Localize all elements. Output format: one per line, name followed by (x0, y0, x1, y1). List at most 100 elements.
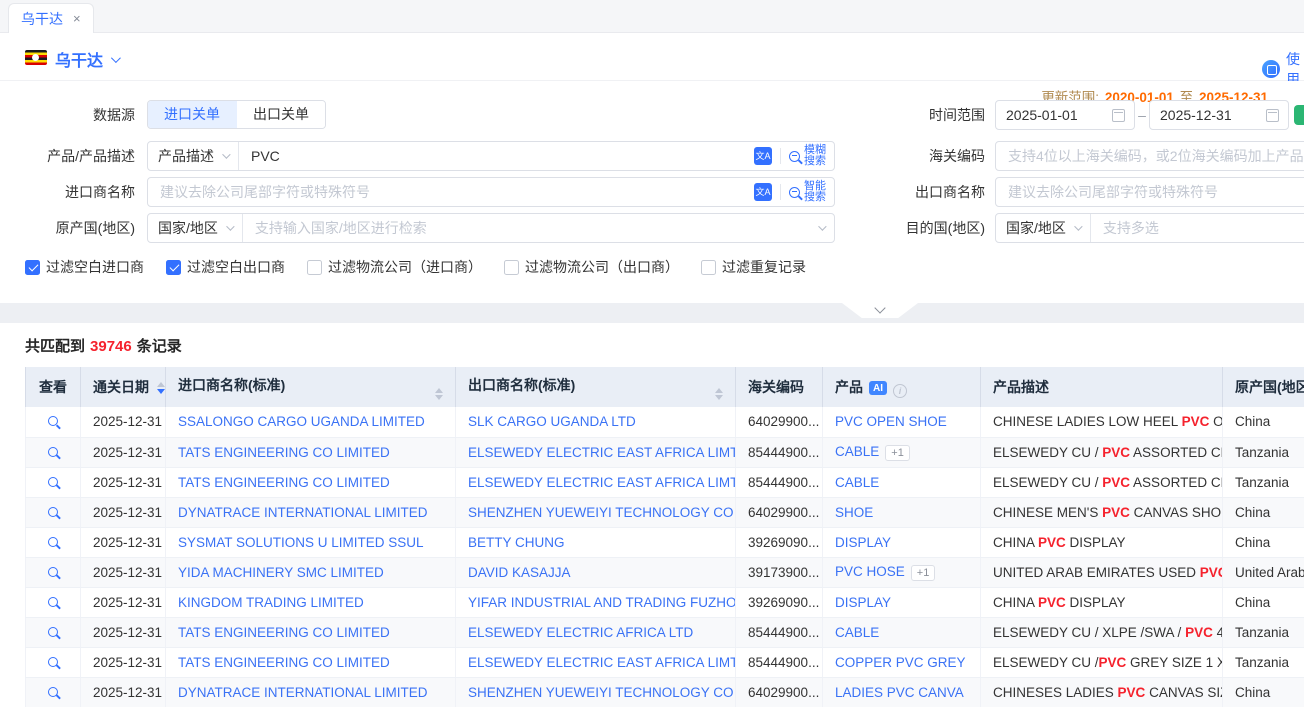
smart-search-button[interactable]: 智能 搜索 (789, 181, 834, 203)
end-date-field[interactable] (1149, 100, 1289, 130)
checkbox-icon[interactable] (307, 260, 322, 275)
product-link[interactable]: CABLE (835, 625, 879, 640)
view-detail-icon[interactable] (48, 537, 58, 547)
product-link[interactable]: COPPER PVC GREY (835, 655, 966, 670)
col-clearance-date[interactable]: 通关日期 (81, 367, 166, 407)
filter-checkbox[interactable]: 过滤重复记录 (701, 257, 806, 277)
tab-uganda[interactable]: 乌干达 × (8, 3, 94, 33)
destination-type-select[interactable]: 国家/地区 (996, 214, 1091, 242)
description-text: ASSORTED CLO... (1130, 445, 1222, 460)
end-date-input[interactable] (1150, 107, 1266, 123)
destination-input[interactable] (1091, 220, 1304, 236)
view-detail-icon[interactable] (48, 657, 58, 667)
tab-export-declarations[interactable]: 出口关单 (237, 101, 325, 128)
chevron-down-icon[interactable] (818, 222, 826, 230)
table-row: 2025-12-31 YIDA MACHINERY SMC LIMITED DA… (26, 557, 1304, 587)
exporter-input[interactable] (996, 184, 1304, 200)
start-date-input[interactable] (996, 107, 1112, 123)
description-text: CHINESES LADIES (993, 685, 1118, 700)
view-detail-icon[interactable] (48, 416, 58, 426)
tab-close-icon[interactable]: × (73, 11, 81, 26)
origin-type-select[interactable]: 国家/地区 (148, 214, 243, 242)
importer-link[interactable]: TATS ENGINEERING CO LIMITED (178, 655, 390, 670)
table-header-row: 查看 通关日期 进口商名称(标准) 出口商名称(标准) 海关编码 产品AIi 产… (26, 367, 1304, 407)
importer-link[interactable]: DYNATRACE INTERNATIONAL LIMITED (178, 685, 428, 700)
origin-input[interactable] (243, 220, 818, 236)
checkbox-icon[interactable] (166, 260, 181, 275)
sort-icons[interactable] (157, 382, 165, 394)
product-search-box: 产品描述 文A 模糊 搜索 (147, 141, 835, 171)
checkbox-icon[interactable] (25, 260, 40, 275)
table-row: 2025-12-31 TATS ENGINEERING CO LIMITED E… (26, 647, 1304, 677)
col-exporter[interactable]: 出口商名称(标准) (456, 367, 736, 407)
info-icon[interactable]: i (893, 384, 907, 398)
product-link[interactable]: DISPLAY (835, 595, 891, 610)
origin-country: Tanzania (1235, 475, 1289, 490)
view-detail-icon[interactable] (48, 597, 58, 607)
more-products-badge[interactable]: +1 (885, 445, 910, 461)
importer-link[interactable]: KINGDOM TRADING LIMITED (178, 595, 364, 610)
importer-link[interactable]: TATS ENGINEERING CO LIMITED (178, 625, 390, 640)
exporter-link[interactable]: SHENZHEN YUEWEIYI TECHNOLOGY CO LTD (468, 685, 736, 700)
product-input[interactable] (239, 148, 754, 164)
clearance-date: 2025-12-31 (93, 625, 162, 640)
start-date-field[interactable] (995, 100, 1135, 130)
fuzzy-search-button[interactable]: 模糊 搜索 (789, 145, 834, 167)
exporter-link[interactable]: ELSEWEDY ELECTRIC AFRICA LTD (468, 625, 693, 640)
product-link[interactable]: SHOE (835, 505, 873, 520)
view-detail-icon[interactable] (48, 477, 58, 487)
importer-input[interactable] (148, 184, 754, 200)
tab-import-declarations[interactable]: 进口关单 (148, 101, 237, 128)
product-link[interactable]: LADIES PVC CANVA (835, 685, 964, 700)
importer-link[interactable]: SSALONGO CARGO UGANDA LIMITED (178, 414, 425, 429)
view-detail-icon[interactable] (48, 687, 58, 697)
product-link[interactable]: CABLE (835, 444, 879, 459)
checkbox-icon[interactable] (504, 260, 519, 275)
view-detail-icon[interactable] (48, 507, 58, 517)
product-link[interactable]: PVC HOSE (835, 564, 905, 579)
view-detail-icon[interactable] (48, 627, 58, 637)
product-type-select[interactable]: 产品描述 (148, 142, 239, 170)
filter-checkbox[interactable]: 过滤空白进口商 (25, 257, 144, 277)
importer-link[interactable]: SYSMAT SOLUTIONS U LIMITED SSUL (178, 535, 424, 550)
filter-checkbox[interactable]: 过滤物流公司（出口商） (504, 257, 679, 277)
product-link[interactable]: DISPLAY (835, 535, 891, 550)
sort-icons[interactable] (435, 388, 443, 400)
country-selector[interactable]: 乌干达 (55, 47, 118, 71)
col-importer[interactable]: 进口商名称(标准) (166, 367, 456, 407)
description-text: CHINESE MEN'S (993, 505, 1102, 520)
exporter-link[interactable]: ELSEWEDY ELECTRIC EAST AFRICA LIMTED (468, 445, 736, 460)
ai-badge: AI (869, 381, 887, 395)
sort-icons[interactable] (715, 388, 723, 400)
exporter-link[interactable]: SLK CARGO UGANDA LTD (468, 414, 636, 429)
exporter-link[interactable]: YIFAR INDUSTRIAL AND TRADING FUZHOU... (468, 595, 736, 610)
hs-code-input[interactable] (996, 148, 1304, 164)
translate-icon[interactable]: 文A (754, 183, 772, 201)
exporter-link[interactable]: BETTY CHUNG (468, 535, 565, 550)
importer-link[interactable]: TATS ENGINEERING CO LIMITED (178, 445, 390, 460)
exporter-link[interactable]: ELSEWEDY ELECTRIC EAST AFRICA LIMTED (468, 655, 736, 670)
exporter-label: 出口商名称 (875, 177, 985, 207)
clearance-date: 2025-12-31 (93, 505, 162, 520)
view-detail-icon[interactable] (48, 567, 58, 577)
search-icon (789, 187, 800, 198)
description-highlight: PVC (1038, 595, 1066, 610)
product-link[interactable]: CABLE (835, 475, 879, 490)
filter-checkbox[interactable]: 过滤空白出口商 (166, 257, 285, 277)
exporter-link[interactable]: SHENZHEN YUEWEIYI TECHNOLOGY CO LTD (468, 505, 736, 520)
importer-link[interactable]: TATS ENGINEERING CO LIMITED (178, 475, 390, 490)
clipped-green-badge-icon[interactable] (1294, 105, 1304, 125)
more-products-badge[interactable]: +1 (911, 565, 936, 581)
clearance-date: 2025-12-31 (93, 565, 162, 580)
checkbox-icon[interactable] (701, 260, 716, 275)
importer-link[interactable]: YIDA MACHINERY SMC LIMITED (178, 565, 384, 580)
exporter-link[interactable]: DAVID KASAJJA (468, 565, 571, 580)
filter-checkbox[interactable]: 过滤物流公司（进口商） (307, 257, 482, 277)
results-table: 查看 通关日期 进口商名称(标准) 出口商名称(标准) 海关编码 产品AIi 产… (25, 367, 1304, 707)
view-detail-icon[interactable] (48, 447, 58, 457)
match-count-number: 39746 (85, 338, 137, 355)
exporter-link[interactable]: ELSEWEDY ELECTRIC EAST AFRICA LIMTED (468, 475, 736, 490)
translate-icon[interactable]: 文A (754, 147, 772, 165)
importer-link[interactable]: DYNATRACE INTERNATIONAL LIMITED (178, 505, 428, 520)
product-link[interactable]: PVC OPEN SHOE (835, 414, 947, 429)
